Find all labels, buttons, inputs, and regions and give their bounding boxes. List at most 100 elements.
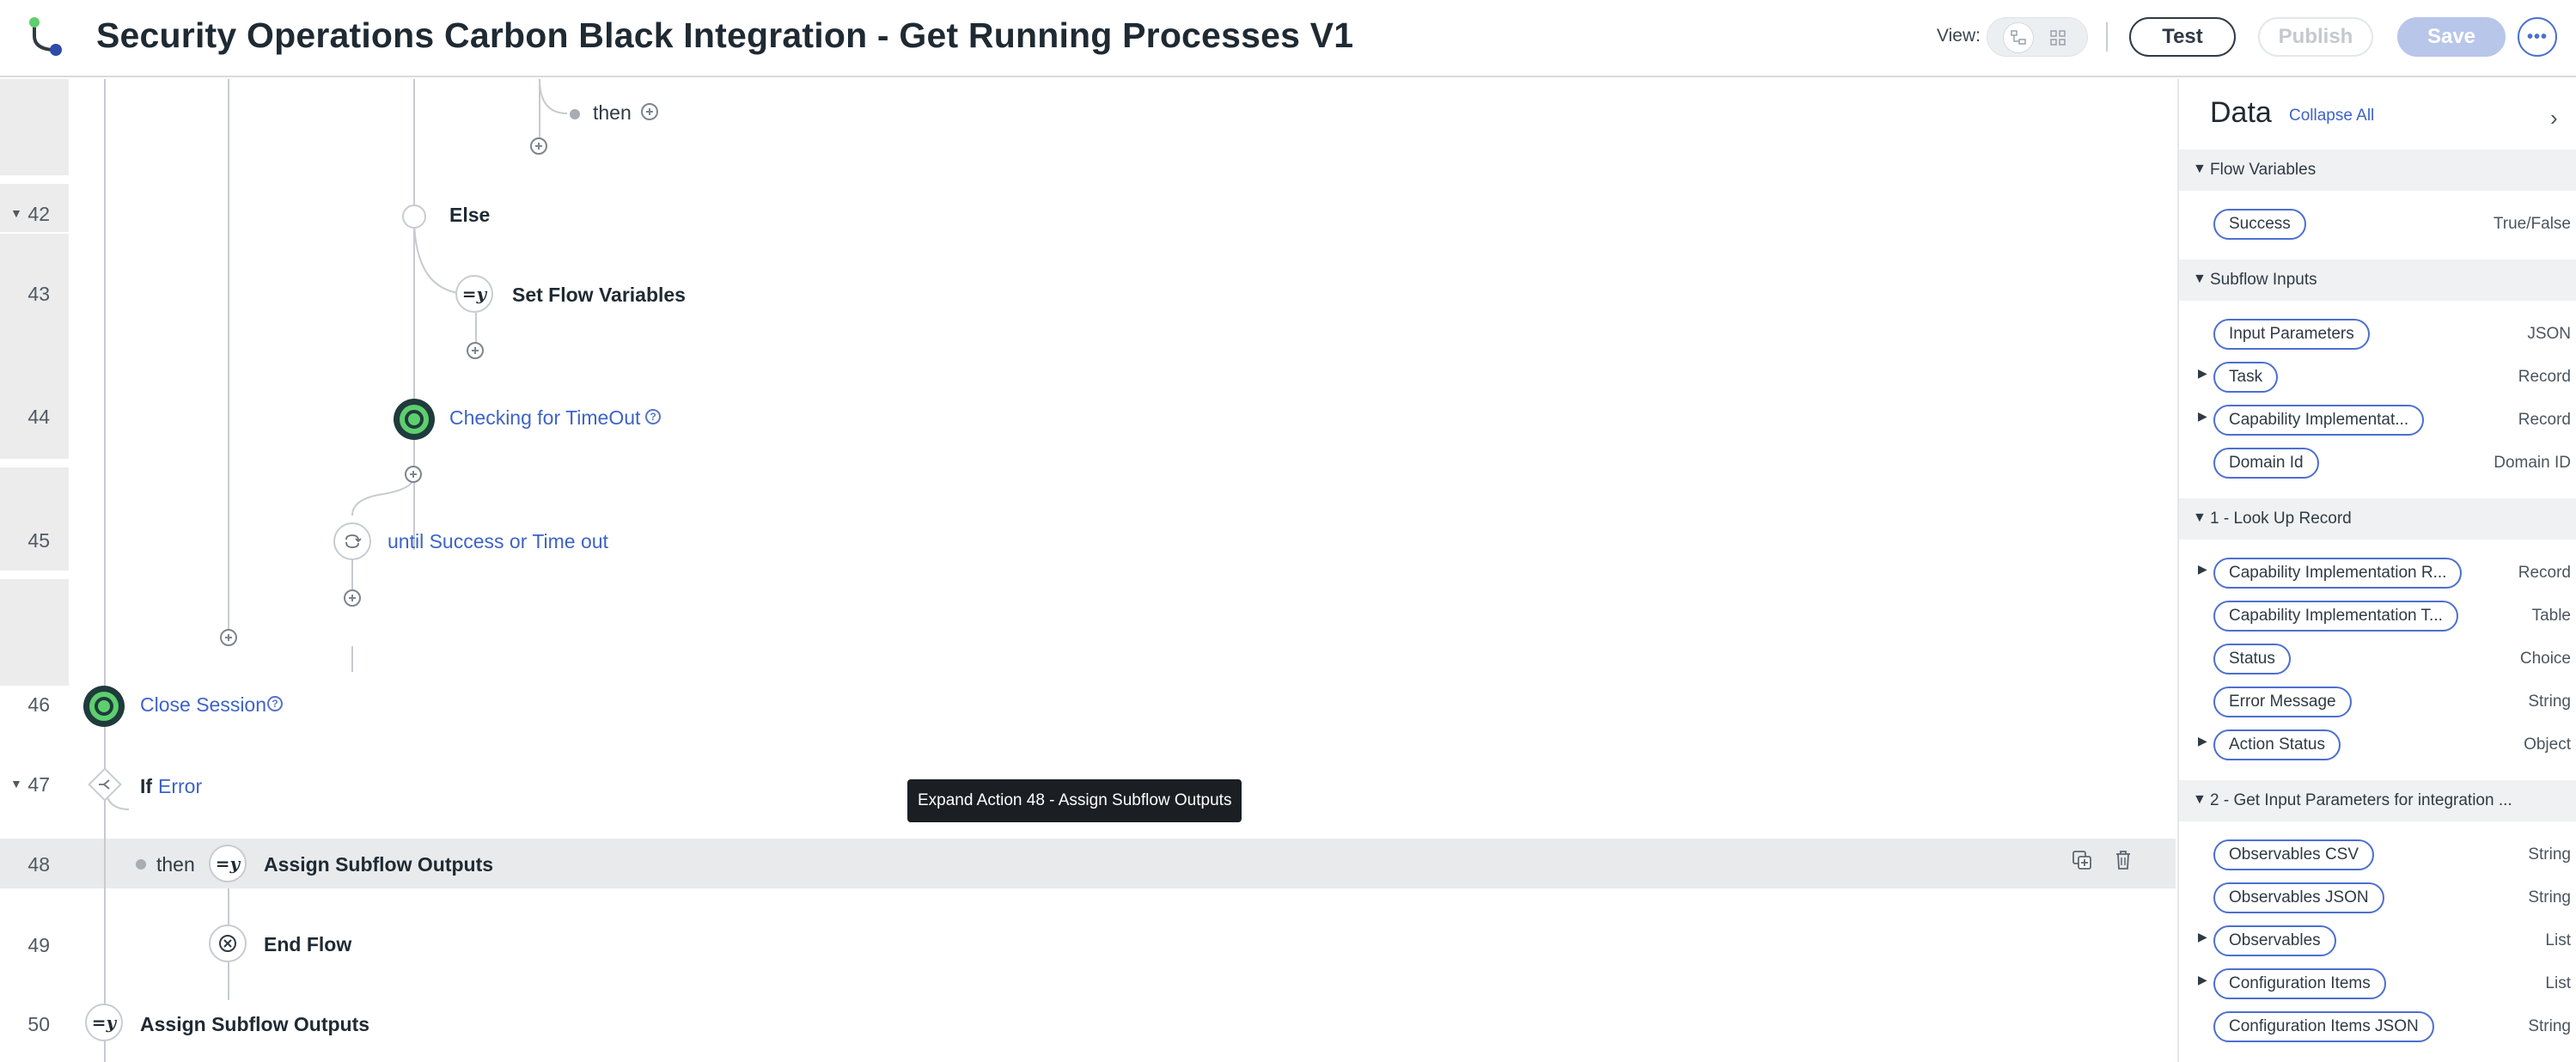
panel-title: Data: [2210, 96, 2272, 129]
data-pill-type: Choice: [2519, 650, 2571, 668]
data-pill[interactable]: Configuration Items JSON: [2213, 1011, 2434, 1042]
data-pill-row: Input Parameters JSON: [2179, 311, 2576, 354]
if-condition-link[interactable]: Error: [158, 775, 202, 798]
branch-icon[interactable]: [85, 765, 125, 804]
caret-right-icon[interactable]: ▶: [2198, 409, 2207, 424]
data-pill[interactable]: Configuration Items: [2213, 968, 2386, 999]
data-pill[interactable]: Observables JSON: [2213, 882, 2384, 913]
action-step-icon[interactable]: [394, 399, 435, 440]
tooltip: Expand Action 48 - Assign Subflow Output…: [907, 779, 1242, 822]
chevron-right-icon[interactable]: ›: [2550, 105, 2558, 131]
data-pill-type: True/False: [2493, 215, 2571, 233]
data-pill-row: ▶ Action Status Object: [2179, 722, 2576, 765]
caret-right-icon[interactable]: ▶: [2198, 930, 2207, 944]
section-title: Subflow Inputs: [2210, 271, 2317, 289]
caret-right-icon[interactable]: ▶: [2198, 973, 2207, 987]
help-icon[interactable]: ?: [645, 409, 661, 424]
until-condition-link[interactable]: until Success or Time out: [388, 530, 608, 553]
else-node-icon[interactable]: [402, 204, 426, 229]
data-pill-row: ▶ Capability Implementat... Record: [2179, 397, 2576, 440]
more-options-button[interactable]: •••: [2518, 17, 2557, 57]
caret-right-icon[interactable]: ▶: [2198, 734, 2207, 748]
row-number: 48: [27, 853, 50, 876]
data-pill-type: List: [2545, 931, 2571, 949]
else-label[interactable]: Else: [449, 204, 490, 227]
data-pill-row: ▶ Observables List: [2179, 918, 2576, 961]
branch-dot: [570, 109, 580, 119]
assign-variables-icon[interactable]: =y: [209, 845, 247, 882]
page-title: Security Operations Carbon Black Integra…: [96, 15, 1354, 55]
add-step-icon[interactable]: [405, 466, 422, 483]
row-number: 47: [27, 773, 50, 796]
caret-right-icon[interactable]: ▶: [2198, 562, 2207, 577]
duplicate-icon[interactable]: [2071, 849, 2093, 871]
section-title: 1 - Look Up Record: [2210, 510, 2352, 528]
caret-right-icon[interactable]: ▶: [2198, 366, 2207, 381]
add-step-icon[interactable]: [344, 589, 361, 607]
data-pill-type: Record: [2518, 564, 2571, 582]
set-flow-variables-label[interactable]: Set Flow Variables: [512, 284, 686, 307]
data-pill-row: Success True/False: [2179, 201, 2576, 244]
data-pill[interactable]: Action Status: [2213, 729, 2341, 760]
action-step-icon[interactable]: [83, 686, 125, 727]
section-title: Flow Variables: [2210, 161, 2317, 179]
section-get-input-parameters[interactable]: ▼ 2 - Get Input Parameters for integrati…: [2179, 780, 2576, 821]
header-divider: [2106, 22, 2108, 52]
add-step-icon[interactable]: [530, 137, 547, 155]
if-label[interactable]: If: [140, 775, 152, 798]
data-pill[interactable]: Capability Implementation R...: [2213, 558, 2463, 589]
data-pill-row: ▶ Task Record: [2179, 354, 2576, 397]
add-step-icon[interactable]: [220, 629, 237, 646]
data-pill[interactable]: Capability Implementat...: [2213, 405, 2425, 436]
connector-curves: [104, 79, 568, 810]
data-pill-type: JSON: [2527, 325, 2571, 343]
data-pill-row: Capability Implementation T... Table: [2179, 593, 2576, 636]
data-pill[interactable]: Observables CSV: [2213, 839, 2375, 870]
data-pill-row: Domain Id Domain ID: [2179, 440, 2576, 483]
data-pill[interactable]: Input Parameters: [2213, 319, 2370, 350]
data-pill-row: Observables JSON String: [2179, 875, 2576, 918]
assign-variables-icon[interactable]: =y: [455, 275, 493, 313]
then-label: then: [593, 101, 632, 124]
data-pill[interactable]: Status: [2213, 644, 2291, 674]
data-pill[interactable]: Error Message: [2213, 687, 2352, 717]
view-toggle[interactable]: [1987, 17, 2088, 57]
trash-icon[interactable]: [2112, 849, 2134, 871]
assign-subflow-outputs-label[interactable]: Assign Subflow Outputs: [264, 853, 493, 876]
test-button[interactable]: Test: [2129, 17, 2236, 57]
checking-timeout-link[interactable]: Checking for TimeOut: [449, 406, 640, 430]
close-session-link[interactable]: Close Session: [140, 693, 266, 717]
loop-icon[interactable]: [333, 522, 371, 560]
data-pill[interactable]: Domain Id: [2213, 448, 2319, 479]
data-pill[interactable]: Capability Implementation T...: [2213, 601, 2458, 632]
grid-view-icon[interactable]: [2042, 22, 2073, 53]
add-step-icon[interactable]: [467, 342, 484, 359]
data-pill-type: Object: [2524, 735, 2571, 754]
data-pill-row: Observables CSV String: [2179, 832, 2576, 875]
view-label: View:: [1937, 26, 1981, 46]
assign-subflow-outputs-label[interactable]: Assign Subflow Outputs: [140, 1013, 369, 1036]
flow-designer-logo-icon[interactable]: [27, 17, 65, 60]
add-step-icon[interactable]: [641, 103, 658, 120]
flow-canvas[interactable]: then ▼ 42 Else 43 =y Set Flow Variables …: [0, 79, 2176, 1062]
save-button[interactable]: Save: [2397, 17, 2506, 57]
help-icon[interactable]: ?: [267, 696, 283, 711]
collapse-all-link[interactable]: Collapse All: [2289, 107, 2374, 125]
caret-down-icon: ▼: [2193, 272, 2207, 286]
data-pill-type: String: [2528, 693, 2571, 711]
assign-variables-icon[interactable]: =y: [85, 1004, 123, 1041]
publish-button[interactable]: Publish: [2258, 17, 2373, 57]
app-header: Security Operations Carbon Black Integra…: [0, 0, 2576, 77]
section-look-up-record[interactable]: ▼ 1 - Look Up Record: [2179, 498, 2576, 540]
data-pill-type: String: [2528, 1017, 2571, 1035]
data-pill[interactable]: Observables: [2213, 925, 2336, 956]
data-pill[interactable]: Task: [2213, 362, 2279, 393]
end-flow-icon[interactable]: [209, 925, 247, 962]
end-flow-label[interactable]: End Flow: [264, 933, 351, 956]
data-pill-row: Error Message String: [2179, 679, 2576, 722]
section-subflow-inputs[interactable]: ▼ Subflow Inputs: [2179, 259, 2576, 301]
flow-view-icon[interactable]: [2003, 22, 2034, 53]
data-pill[interactable]: Success: [2213, 209, 2306, 240]
section-flow-variables[interactable]: ▼ Flow Variables: [2179, 150, 2576, 191]
data-pill-row: Status Choice: [2179, 636, 2576, 679]
